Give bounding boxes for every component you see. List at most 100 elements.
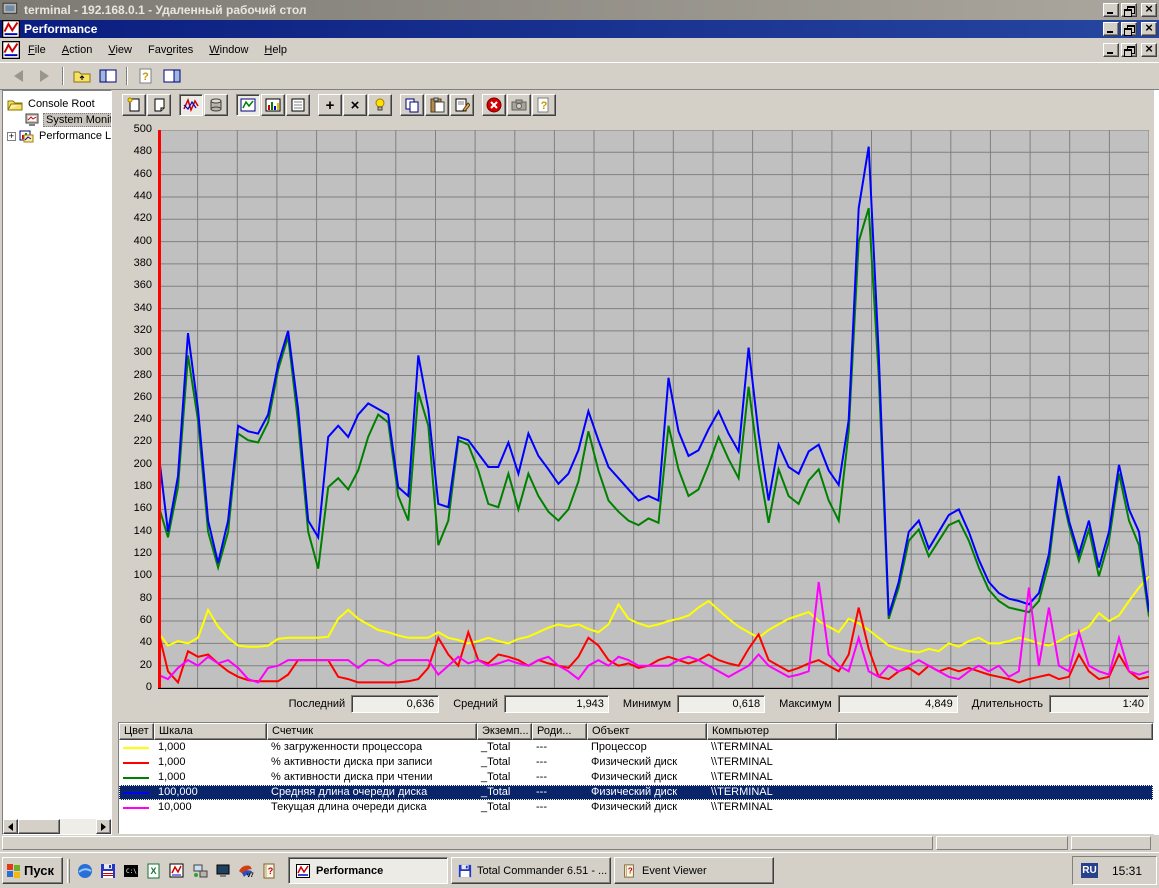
counter-row-1[interactable]: 1,000% активности диска при записи_Total… <box>119 755 1153 770</box>
properties-button[interactable] <box>450 94 474 116</box>
view-graph-button[interactable] <box>236 94 260 116</box>
stat-last-value: 0,636 <box>351 695 439 713</box>
tree-expander[interactable]: + <box>7 132 16 141</box>
forward-icon <box>40 70 49 82</box>
svg-text:?: ? <box>268 866 274 876</box>
quicklaunch-perfmon-icon[interactable] <box>168 862 186 880</box>
counter-computer: \\TERMINAL <box>707 800 837 815</box>
child-minimize-button[interactable] <box>1103 43 1119 57</box>
tree-item-system-monitor[interactable]: System Monitor <box>3 112 111 128</box>
counter-row-2[interactable]: 1,000% активности диска при чтении_Total… <box>119 770 1153 785</box>
up-one-level-button[interactable] <box>70 65 94 87</box>
forward-button[interactable] <box>32 65 56 87</box>
menu-favorites[interactable]: Favorites <box>140 41 201 59</box>
show-hide-tree-button[interactable] <box>96 65 120 87</box>
column-header-3[interactable]: Экземп... <box>477 723 532 740</box>
scroll-left-button[interactable] <box>3 819 18 834</box>
rdp-close-button[interactable] <box>1141 3 1157 17</box>
menu-window[interactable]: Window <box>201 41 256 59</box>
counter-row-0[interactable]: 1,000% загруженности процессора_Total---… <box>119 740 1153 755</box>
book-icon: ? <box>621 863 637 879</box>
column-header-6[interactable]: Компьютер <box>707 723 837 740</box>
counter-row-3[interactable]: 100,000Средняя длина очереди диска_Total… <box>119 785 1153 800</box>
paste-counter-list-button[interactable] <box>425 94 449 116</box>
y-tick-label: 140 <box>116 525 152 537</box>
menu-help[interactable]: Help <box>256 41 295 59</box>
back-icon <box>14 70 23 82</box>
child-restore-button[interactable] <box>1121 43 1137 57</box>
new-counter-set-button[interactable] <box>122 94 146 116</box>
y-tick-label: 440 <box>116 190 152 202</box>
status-panel-2 <box>936 836 1068 850</box>
start-button[interactable]: Пуск <box>2 857 63 884</box>
scroll-track[interactable] <box>60 819 96 834</box>
add-counter-button[interactable]: + <box>318 94 342 116</box>
counter-computer: \\TERMINAL <box>707 770 837 785</box>
counter-instance: _Total <box>477 755 532 770</box>
tree-item-performance-logs-and-alerts[interactable]: +Performance Logs and Alerts <box>3 128 111 144</box>
menu-view[interactable]: View <box>100 41 140 59</box>
scroll-thumb[interactable] <box>18 819 60 834</box>
view-current-activity-button[interactable] <box>179 94 203 116</box>
counter-name: % активности диска при чтении <box>267 770 477 785</box>
rdp-restore-button[interactable] <box>1121 3 1137 17</box>
quicklaunch-help-icon[interactable]: ? <box>260 862 278 880</box>
taskbar-button-performance[interactable]: Performance <box>288 857 448 884</box>
counter-computer: \\TERMINAL <box>707 755 837 770</box>
language-indicator[interactable]: RU <box>1081 863 1098 878</box>
back-button[interactable] <box>6 65 30 87</box>
counter-parent: --- <box>532 740 587 755</box>
paste-icon <box>429 97 445 113</box>
export-list-button[interactable] <box>160 65 184 87</box>
quicklaunch-network-icon[interactable] <box>191 862 209 880</box>
counter-color-swatch <box>119 770 154 785</box>
child-close-button[interactable] <box>1141 43 1157 57</box>
menu-file[interactable]: File <box>20 41 54 59</box>
window-restore-button[interactable] <box>1121 22 1137 36</box>
scroll-right-button[interactable] <box>96 819 111 834</box>
column-header-1[interactable]: Шкала <box>154 723 267 740</box>
y-tick-label: 260 <box>116 391 152 403</box>
y-tick-label: 320 <box>116 324 152 336</box>
rdp-minimize-button[interactable] <box>1103 3 1119 17</box>
window-close-button[interactable] <box>1141 22 1157 36</box>
view-histogram-button[interactable] <box>261 94 285 116</box>
y-tick-label: 80 <box>116 592 152 604</box>
counter-parent: --- <box>532 755 587 770</box>
update-data-button[interactable] <box>507 94 531 116</box>
freeze-display-button[interactable] <box>482 94 506 116</box>
quicklaunch-cmd-icon[interactable]: C:\ <box>122 862 140 880</box>
quicklaunch-v7-icon[interactable]: v7 <box>237 862 255 880</box>
column-header-filler <box>837 723 1153 740</box>
tree-item-console-root[interactable]: Console Root <box>3 96 111 112</box>
copy-properties-button[interactable] <box>400 94 424 116</box>
counter-row-4[interactable]: 10,000Текущая длина очереди диска_Total-… <box>119 800 1153 815</box>
clear-display-button[interactable] <box>147 94 171 116</box>
highlight-button[interactable] <box>368 94 392 116</box>
quicklaunch-ie-icon[interactable] <box>76 862 94 880</box>
quicklaunch-floppy-icon[interactable] <box>99 862 117 880</box>
help-button[interactable]: ? <box>134 65 158 87</box>
taskbar-button-event-viewer[interactable]: ?Event Viewer <box>614 857 774 884</box>
report-view-icon <box>290 97 306 113</box>
column-header-0[interactable]: Цвет <box>119 723 154 740</box>
properties-icon <box>454 97 470 113</box>
quicklaunch-excel-icon[interactable]: X <box>145 862 163 880</box>
window-minimize-button[interactable] <box>1103 22 1119 36</box>
column-header-2[interactable]: Счетчик <box>267 723 477 740</box>
taskbar-grip[interactable] <box>67 859 70 883</box>
quicklaunch-monitor-icon[interactable] <box>214 862 232 880</box>
menu-action[interactable]: Action <box>54 41 101 59</box>
y-axis-labels: 5004804604404204003803603403203002802602… <box>116 130 154 688</box>
view-log-data-button[interactable] <box>204 94 228 116</box>
column-header-4[interactable]: Роди... <box>532 723 587 740</box>
sysmon-help-button[interactable]: ? <box>532 94 556 116</box>
taskbar-button-total-commander-6-51-[interactable]: Total Commander 6.51 - ... <box>451 857 611 884</box>
y-tick-label: 380 <box>116 257 152 269</box>
current-activity-icon <box>183 97 199 113</box>
delete-counter-button[interactable]: × <box>343 94 367 116</box>
sysmon-icon <box>25 113 40 127</box>
column-header-5[interactable]: Объект <box>587 723 707 740</box>
y-tick-label: 180 <box>116 480 152 492</box>
view-report-button[interactable] <box>286 94 310 116</box>
